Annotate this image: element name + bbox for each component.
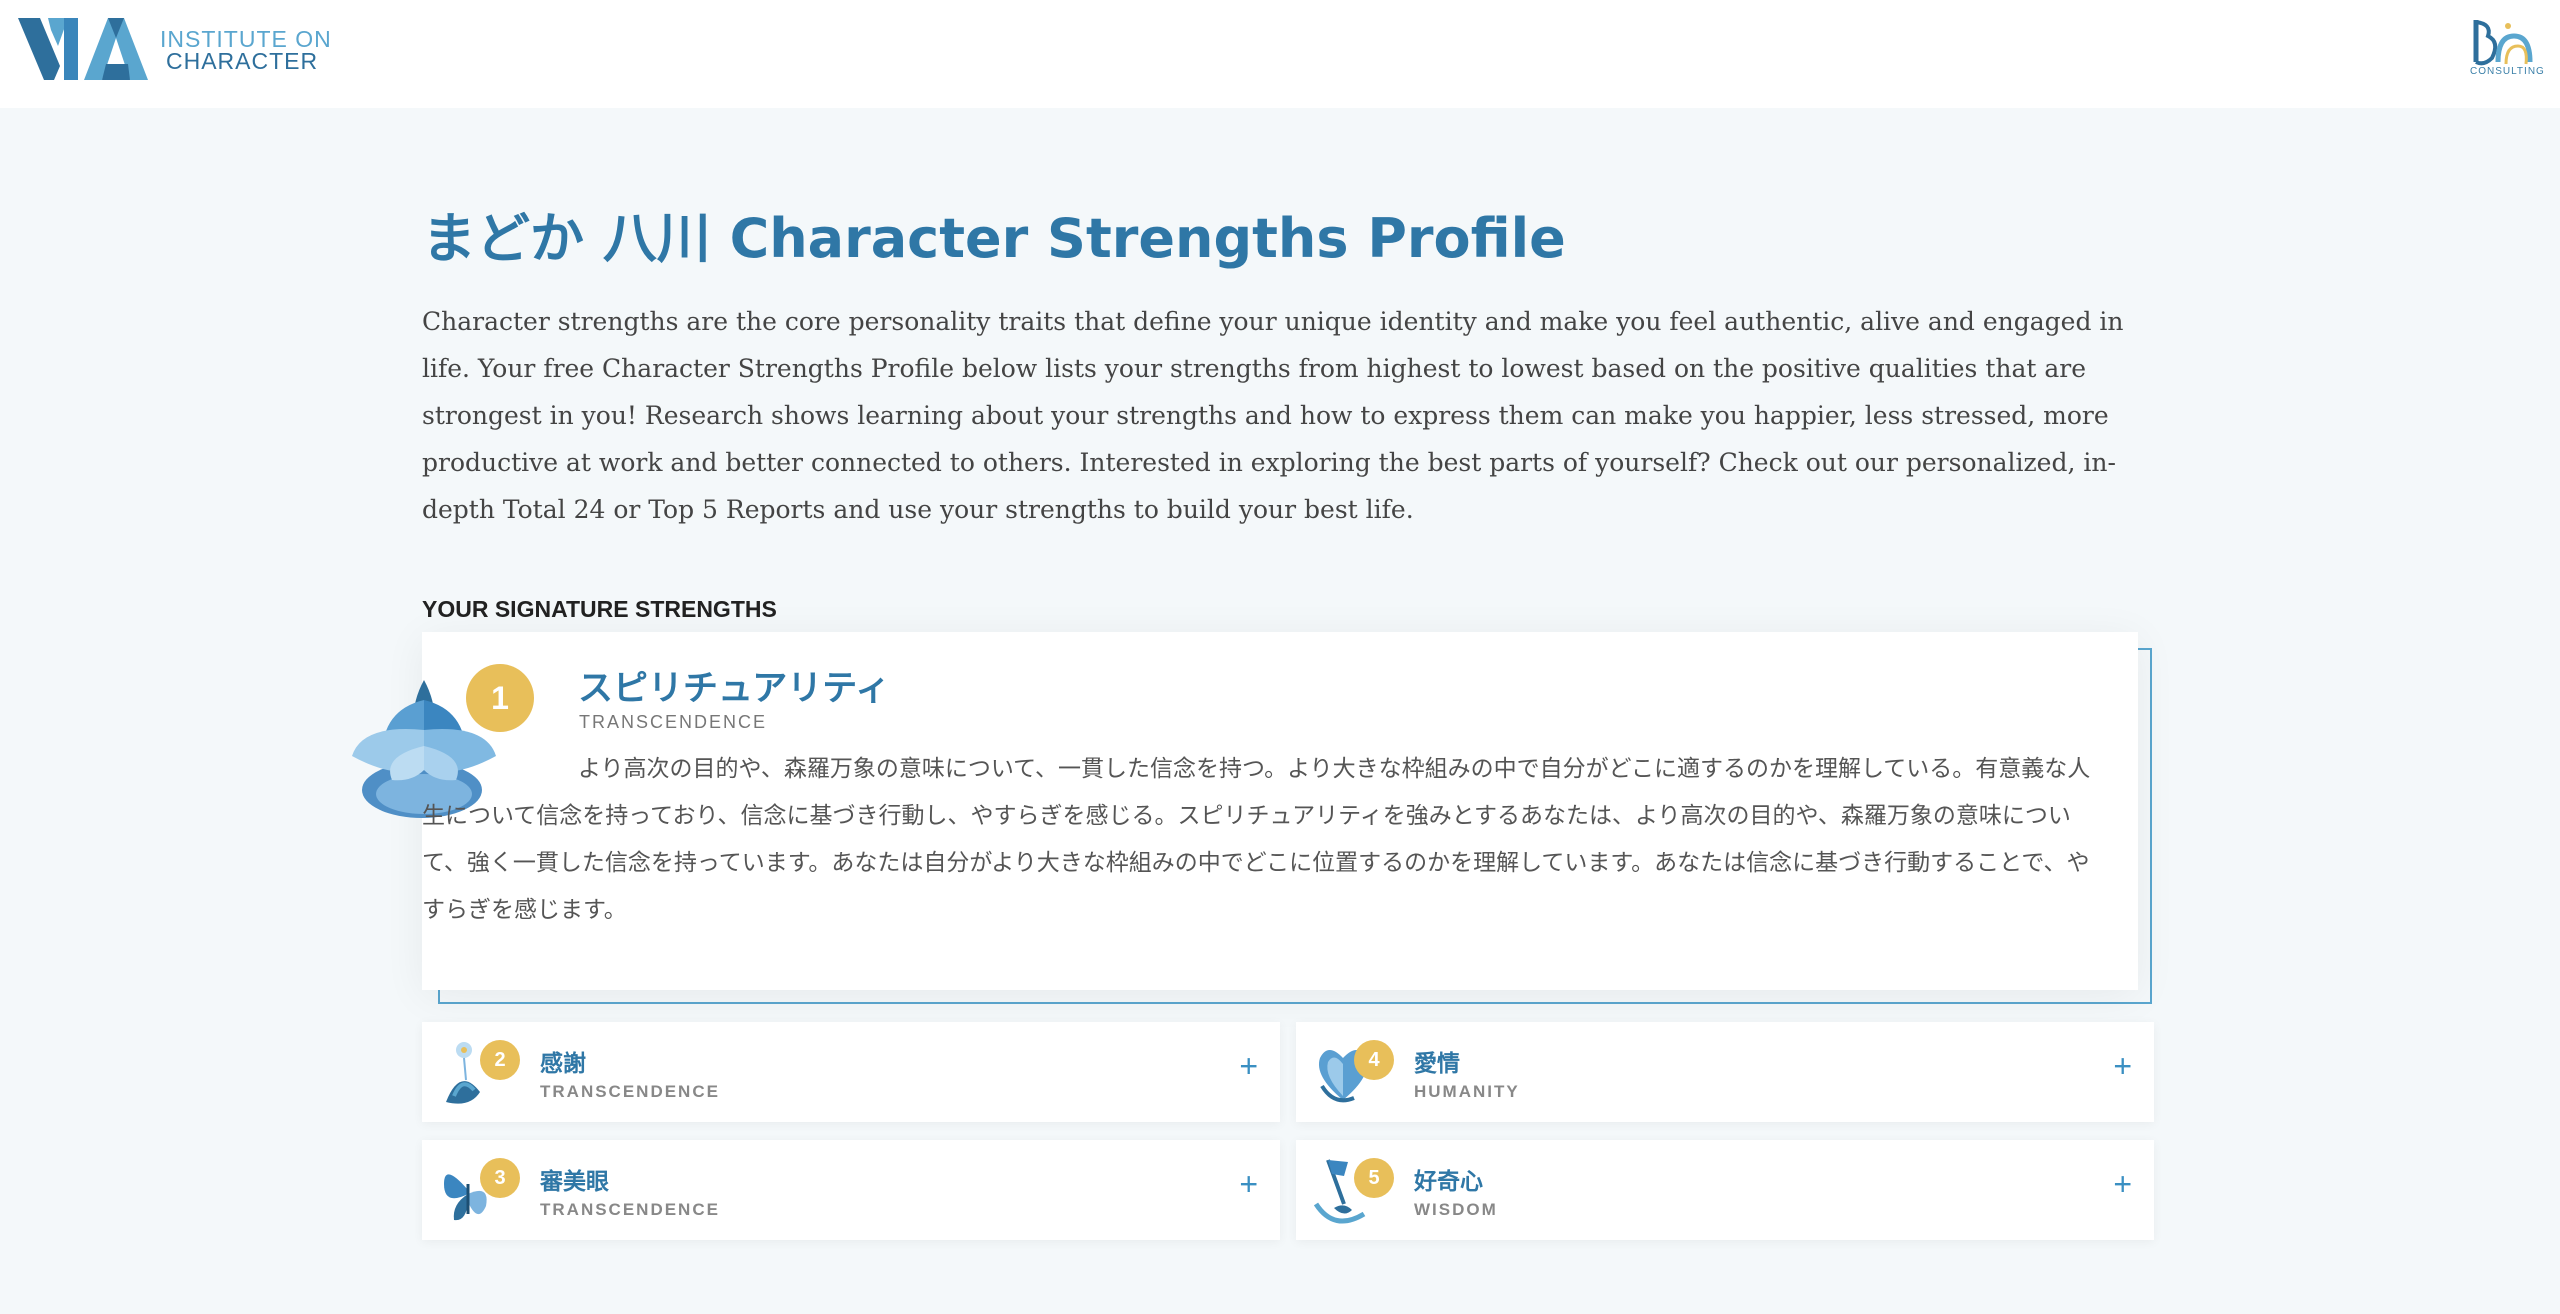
top-strength-virtue: TRANSCENDENCE: [579, 712, 768, 732]
top-strength-description: より高次の目的や、森羅万象の意味について、一貫した信念を持つ。より大きな枠組みの…: [422, 756, 2091, 923]
via-logo-text: INSTITUTE ON CHARACTER: [160, 26, 332, 74]
intro-paragraph: Character strengths are the core persona…: [422, 307, 2124, 524]
strength-card-appreciation-of-beauty[interactable]: 3 審美眼 TRANSCENDENCE +: [422, 1140, 1280, 1240]
expand-button[interactable]: +: [2113, 1046, 2132, 1086]
strength-name: 好奇心: [1414, 1169, 1483, 1195]
expand-button[interactable]: +: [2113, 1164, 2132, 1204]
top-strength-name: スピリチュアリティ: [578, 669, 891, 709]
expand-button[interactable]: +: [1239, 1046, 1258, 1086]
rank-badge: 2: [480, 1040, 520, 1080]
page-title: まどか 八川 Character Strengths Profile: [422, 207, 1566, 270]
rank-badge: 5: [1354, 1158, 1394, 1198]
rank-badge: 1: [466, 664, 534, 732]
via-logo[interactable]: [18, 16, 166, 82]
strength-name: 審美眼: [540, 1169, 609, 1195]
partner-logo-text: CONSULTING: [2470, 66, 2545, 77]
strength-virtue: TRANSCENDENCE: [540, 1082, 720, 1101]
expand-button[interactable]: +: [1239, 1164, 1258, 1204]
via-logo-line-1: INSTITUTE ON: [160, 26, 332, 52]
strength-virtue: HUMANITY: [1414, 1082, 1520, 1101]
strength-virtue: WISDOM: [1414, 1200, 1498, 1219]
strength-card-curiosity[interactable]: 5 好奇心 WISDOM +: [1296, 1140, 2154, 1240]
site-header: INSTITUTE ON CHARACTER CONSULTING: [0, 0, 2560, 108]
strength-virtue: TRANSCENDENCE: [540, 1200, 720, 1219]
strength-card-love[interactable]: 4 愛情 HUMANITY +: [1296, 1022, 2154, 1122]
section-heading: YOUR SIGNATURE STRENGTHS: [422, 596, 777, 622]
strength-name: 感謝: [540, 1051, 586, 1077]
rank-badge: 3: [480, 1158, 520, 1198]
strength-card-gratitude[interactable]: 2 感謝 TRANSCENDENCE +: [422, 1022, 1280, 1122]
strength-name: 愛情: [1414, 1051, 1460, 1077]
rank-badge: 4: [1354, 1040, 1394, 1080]
via-logo-line-2: CHARACTER: [166, 48, 319, 74]
